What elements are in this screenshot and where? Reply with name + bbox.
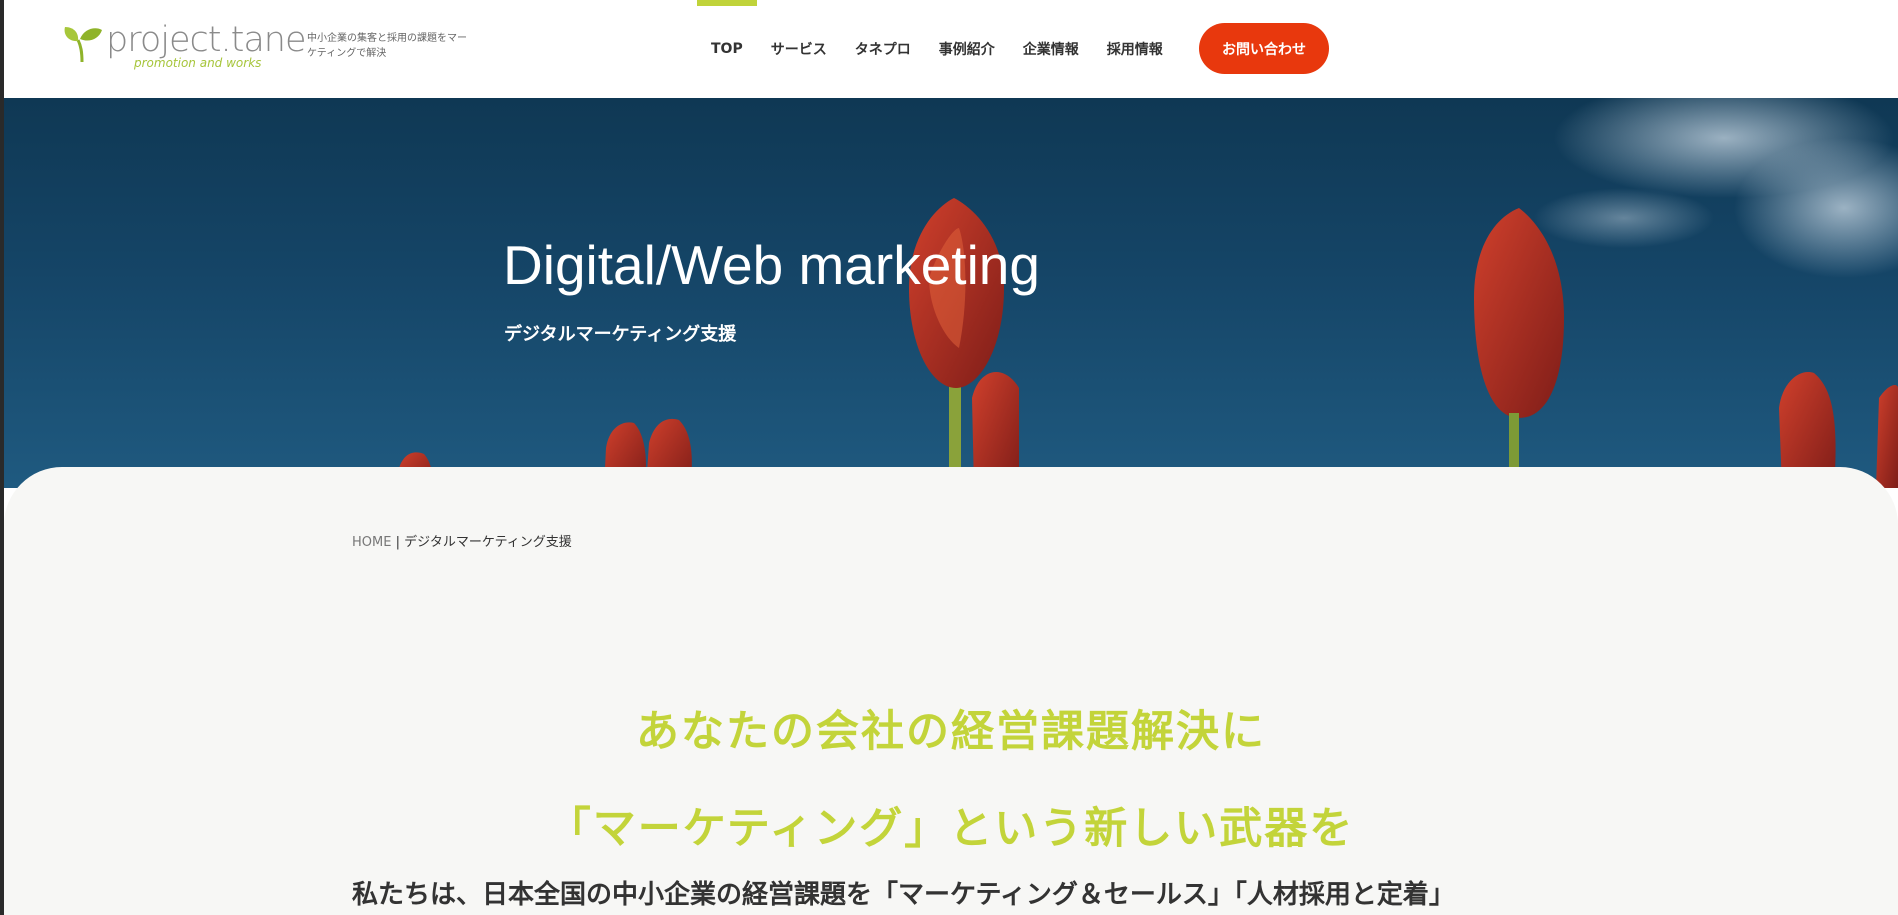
breadcrumb-current: デジタルマーケティング支援 <box>404 535 572 550</box>
site-logo[interactable]: project.tane promotion and works <box>62 20 306 72</box>
breadcrumb: HOME | デジタルマーケティング支援 <box>352 531 572 550</box>
nav-item-service[interactable]: サービス <box>757 0 841 98</box>
nav-item-tanepro[interactable]: タネプロ <box>841 0 925 98</box>
nav-item-recruit[interactable]: 採用情報 <box>1093 0 1177 98</box>
nav-item-company[interactable]: 企業情報 <box>1009 0 1093 98</box>
sprout-icon <box>64 27 102 63</box>
page: project.tane promotion and works 中小企業の集客… <box>4 0 1898 915</box>
hero-banner: Digital/Web marketing デジタルマーケティング支援 <box>4 98 1898 488</box>
logo-subline: promotion and works <box>134 56 262 70</box>
logo-wordmark: project.tane <box>106 20 306 60</box>
nav-item-cases[interactable]: 事例紹介 <box>925 0 1009 98</box>
headline-line-1: あなたの会社の経営課題解決に <box>636 707 1266 757</box>
breadcrumb-home-link[interactable]: HOME <box>352 535 391 550</box>
headline-line-2: 「マーケティング」という新しい武器を <box>547 804 1355 854</box>
site-tagline: 中小企業の集客と採用の課題をマーケティングで解決 <box>307 33 467 59</box>
site-header: project.tane promotion and works 中小企業の集客… <box>4 0 1898 98</box>
breadcrumb-separator: | <box>391 535 405 550</box>
hero-title: Digital/Web marketing <box>503 234 1040 296</box>
contact-button[interactable]: お問い合わせ <box>1199 23 1329 74</box>
hero-subtitle: デジタルマーケティング支援 <box>504 324 737 345</box>
intro-text: 私たちは、日本全国の中小企業の経営課題を「マーケティング＆セールス」「人材採用と… <box>352 880 1455 910</box>
main-nav: TOP サービス タネプロ 事例紹介 企業情報 採用情報 <box>697 0 1177 98</box>
nav-item-top[interactable]: TOP <box>697 0 757 98</box>
main-content: HOME | デジタルマーケティング支援 あなたの会社の経営課題解決に 「マーケ… <box>4 467 1898 915</box>
